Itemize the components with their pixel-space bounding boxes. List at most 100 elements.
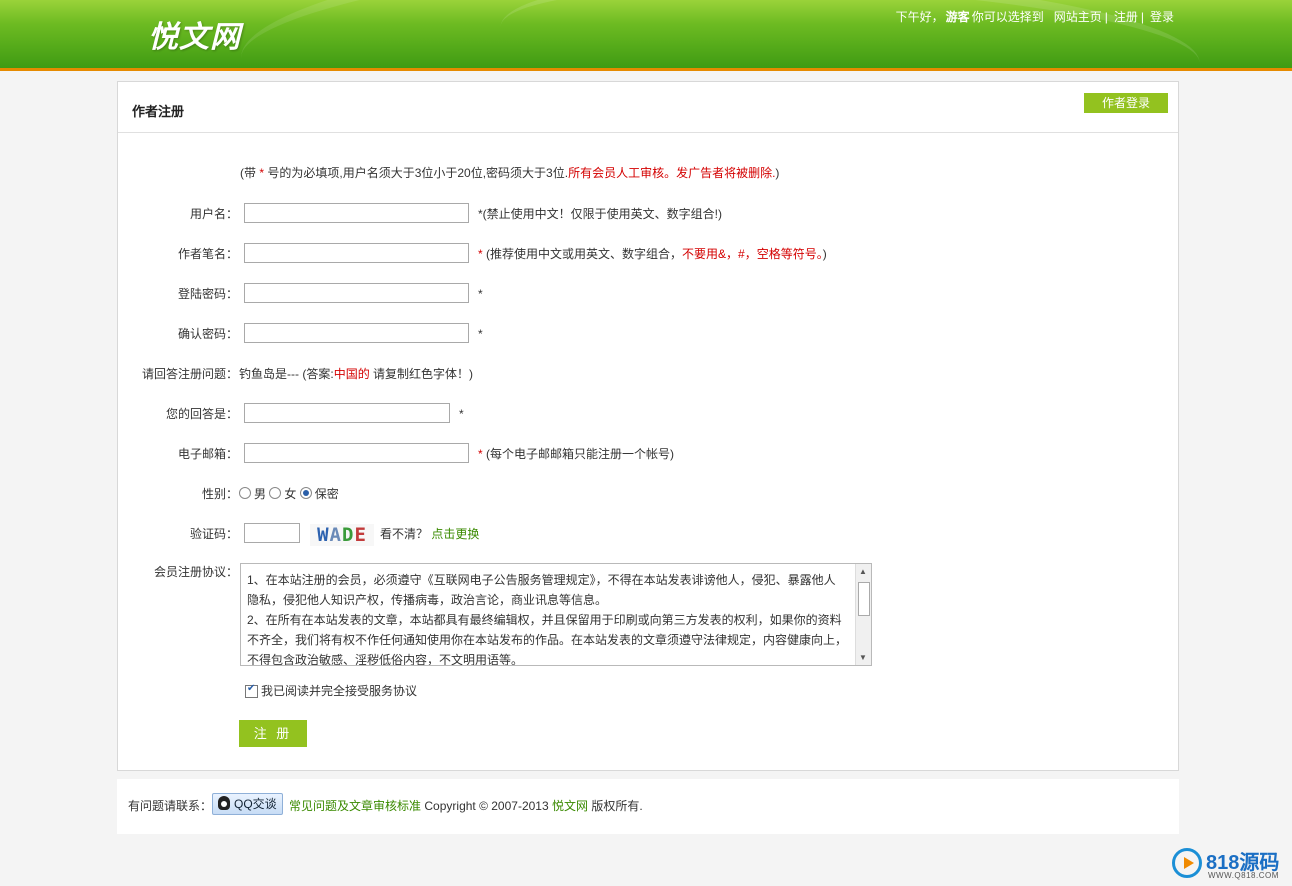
answer-hint-suffix: 请复制红色字体！) [373, 367, 474, 381]
notice-warning: 所有会员人工审核。发广告者将被删除. [568, 166, 776, 180]
agree-checkbox[interactable] [245, 683, 258, 698]
question-content: 钓鱼岛是--- [239, 367, 299, 381]
gender-radio-male[interactable] [239, 487, 251, 499]
scroll-up-icon[interactable]: ▲ [859, 567, 867, 576]
captcha-char: W [317, 524, 330, 546]
password-label: 登陆密码： [177, 287, 238, 301]
gender-option-female-label: 女 [284, 487, 297, 501]
question-text: 钓鱼岛是--- (答案:中国的 请复制红色字体！) [239, 363, 473, 385]
required-star: * [478, 327, 483, 341]
username-input[interactable] [244, 203, 469, 223]
footer: 有问题请联系： QQ交谈 常见问题及文章审核标准 Copyright © 2007… [117, 779, 1179, 834]
captcha-unclear-text: 看不清？ [380, 527, 429, 541]
faq-link[interactable]: 常见问题及文章审核标准 [289, 799, 421, 813]
scroll-down-icon[interactable]: ▼ [859, 653, 867, 662]
notice-prefix: (带 [240, 166, 256, 180]
greeting-text: 下午好， [895, 10, 944, 24]
site-header: 悦文网 下午好， 游客 你可以选择到 网站主页 | 注册 | 登录 [0, 0, 1292, 68]
confirm-password-input[interactable] [244, 323, 469, 343]
captcha-row: 验证码： 看不清？ 点击更换 [118, 523, 1178, 545]
agree-label: 我已阅读并完全接受服务协议 [261, 684, 418, 698]
email-input[interactable] [244, 443, 469, 463]
site-logo[interactable]: 悦文网 [148, 12, 241, 56]
captcha-image[interactable]: WADE [310, 524, 374, 546]
penname-hint-warning: 不要用&，#，空格等符号。 [682, 247, 823, 261]
qq-chat-label: QQ交谈 [234, 797, 277, 811]
page-title: 作者注册 [132, 104, 185, 119]
required-star: * [478, 247, 483, 261]
answer-hint-prefix: (答案: [302, 367, 334, 381]
notice-suffix: ) [775, 166, 780, 180]
watermark-logo: 818源码 WWW.Q818.COM [1172, 846, 1290, 884]
copyright-text: Copyright © 2007-2013 [424, 799, 549, 814]
required-star: * [478, 447, 483, 461]
header-accent-line [0, 68, 1292, 71]
guest-label: 游客 [945, 10, 970, 24]
register-link[interactable]: 注册 [1114, 10, 1138, 24]
question-row: 请回答注册问题： 钓鱼岛是--- (答案:中国的 请复制红色字体！) [118, 363, 1178, 385]
form-notice: (带 * 号的为必填项,用户名须大于3位小于20位,密码须大于3位.所有会员人工… [240, 164, 779, 181]
penname-hint-end: ) [822, 247, 827, 261]
notice-text: 号的为必填项,用户名须大于3位小于20位,密码须大于3位. [267, 166, 569, 180]
email-hint-text: (每个电子邮邮箱只能注册一个帐号) [486, 447, 675, 461]
gender-radio-secret[interactable] [299, 487, 312, 499]
qq-penguin-icon [218, 796, 231, 810]
captcha-refresh-link[interactable]: 点击更换 [431, 527, 479, 541]
penname-hint: * (推荐使用中文或用英文、数字组合，不要用&，#，空格等符号。) [478, 243, 827, 265]
watermark-url: WWW.Q818.COM [1208, 871, 1279, 880]
site-link[interactable]: 悦文网 [552, 799, 588, 813]
password-row: 登陆密码： * [118, 283, 1178, 305]
penname-hint-text: (推荐使用中文或用英文、数字组合， [486, 247, 683, 261]
author-login-button[interactable]: 作者登录 [1084, 93, 1168, 113]
required-star: * [459, 407, 464, 421]
register-submit-button[interactable]: 注 册 [239, 720, 307, 747]
confirm-password-label: 确认密码： [177, 327, 238, 341]
email-hint: * (每个电子邮邮箱只能注册一个帐号) [478, 443, 674, 465]
captcha-char: D [342, 524, 355, 546]
qq-chat-button[interactable]: QQ交谈 [212, 793, 283, 815]
password-input[interactable] [244, 283, 469, 303]
footer-line: 有问题请联系： QQ交谈 常见问题及文章审核标准 Copyright © 2007… [128, 793, 643, 818]
answer-hint-red: 中国的 [333, 367, 370, 381]
agreement-scrollbar[interactable]: ▲ ▼ [855, 564, 871, 665]
agreement-paragraph: 2、在所有在本站发表的文章，本站都具有最终编辑权，并且保留用于印刷或向第三方发表… [247, 613, 848, 666]
penname-label: 作者笔名： [177, 247, 238, 261]
email-row: 电子邮箱： * (每个电子邮邮箱只能注册一个帐号) [118, 443, 1178, 465]
scroll-thumb[interactable] [858, 582, 870, 616]
answer-label: 您的回答是： [165, 407, 238, 421]
username-row: 用户名： *(禁止使用中文！仅限于使用英文、数字组合!) [118, 203, 1178, 225]
answer-input[interactable] [244, 403, 450, 423]
username-hint: *(禁止使用中文！仅限于使用英文、数字组合!) [478, 207, 722, 221]
agreement-paragraph: 1、在本站注册的会员，必须遵守《互联网电子公告服务管理规定》，不得在本站发表诽谤… [247, 573, 836, 607]
contact-text: 有问题请联系： [128, 799, 213, 814]
penname-input[interactable] [244, 243, 469, 263]
answer-row: 您的回答是： * [118, 403, 1178, 425]
top-nav: 下午好， 游客 你可以选择到 网站主页 | 注册 | 登录 [896, 8, 1174, 25]
email-label: 电子邮箱： [177, 447, 238, 461]
captcha-input[interactable] [244, 523, 300, 543]
choose-text: 你可以选择到 [971, 10, 1044, 24]
rights-text: 版权所有. [591, 799, 643, 814]
captcha-char: A [329, 524, 342, 546]
agreement-textarea[interactable]: 1、在本站注册的会员，必须遵守《互联网电子公告服务管理规定》，不得在本站发表诽谤… [240, 563, 872, 666]
register-panel: 作者注册 作者登录 (带 * 号的为必填项,用户名须大于3位小于20位,密码须大… [117, 81, 1179, 771]
username-label: 用户名： [189, 207, 238, 221]
gender-options: 男 女 保密 [239, 483, 339, 505]
required-star: * [478, 287, 483, 301]
gender-label: 性别： [201, 487, 238, 501]
captcha-char: E [354, 524, 367, 546]
login-link[interactable]: 登录 [1150, 10, 1174, 24]
home-link[interactable]: 网站主页 [1054, 10, 1102, 24]
captcha-help: 看不清？ 点击更换 [380, 523, 479, 545]
nav-separator: | [1140, 10, 1144, 24]
nav-separator: | [1104, 10, 1108, 24]
gender-radio-female[interactable] [269, 487, 282, 499]
notice-star: * [259, 166, 265, 180]
confirm-row: 确认密码： * [118, 323, 1178, 345]
penname-row: 作者笔名： * (推荐使用中文或用英文、数字组合，不要用&，#，空格等符号。) [118, 243, 1178, 265]
panel-header: 作者注册 作者登录 [118, 82, 1178, 133]
agreement-label: 会员注册协议： [153, 565, 238, 579]
gender-row: 性别： 男 女 保密 [118, 483, 1178, 505]
captcha-label: 验证码： [189, 527, 238, 541]
question-label: 请回答注册问题： [141, 367, 238, 381]
